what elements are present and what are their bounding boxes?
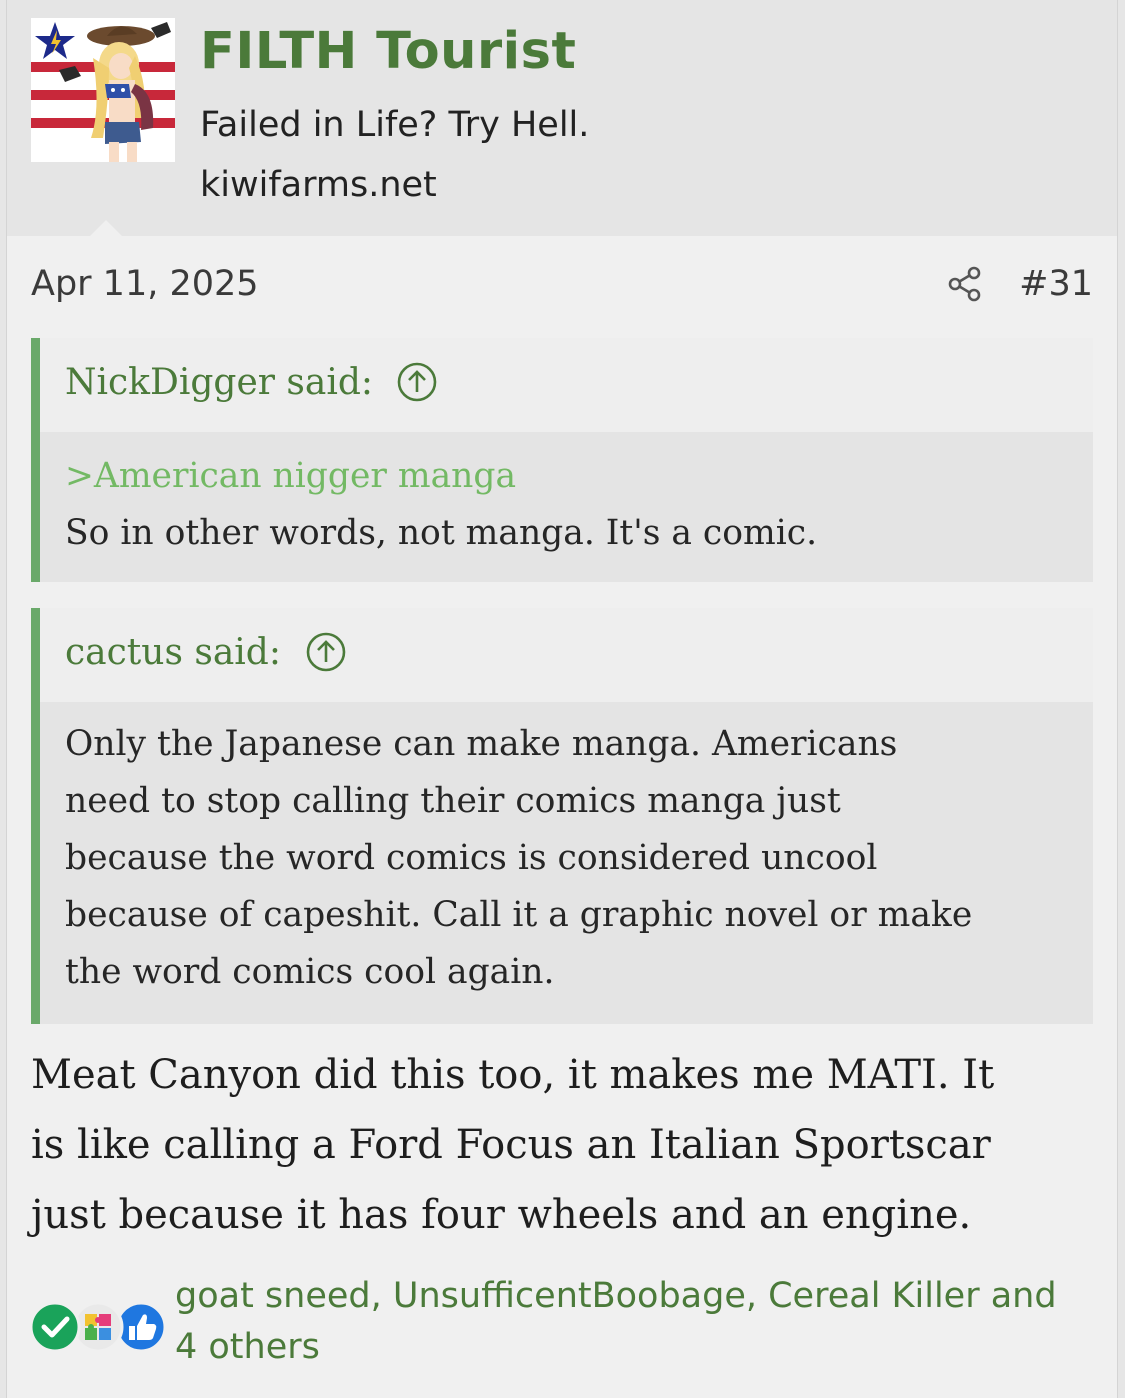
check-reaction-icon	[29, 1301, 81, 1353]
user-title: Failed in Life? Try Hell.	[200, 105, 590, 145]
reaction-others-link[interactable]: 4 others	[175, 1327, 320, 1367]
username[interactable]: FILTH Tourist	[200, 22, 576, 81]
message-text-line: just because it has four wheels and an e…	[31, 1192, 972, 1238]
quote-text-line: need to stop calling their comics manga …	[65, 781, 841, 821]
quote-block: cactus said: Only the Japanese can make …	[31, 608, 1093, 1024]
autism-puzzle-reaction-icon	[72, 1301, 124, 1353]
quote-text-line: because of capeshit. Call it a graphic n…	[65, 895, 973, 935]
reaction-icons[interactable]	[25, 1296, 171, 1358]
share-icon[interactable]	[946, 265, 984, 303]
quote-header: cactus said:	[40, 608, 1093, 702]
message-text-line: Meat Canyon did this too, it makes me MA…	[31, 1052, 995, 1098]
user-header-arrow	[89, 220, 123, 237]
jump-to-quote-icon[interactable]	[306, 632, 346, 672]
post-date[interactable]: Apr 11, 2025	[31, 264, 259, 304]
quote-header: NickDigger said:	[40, 338, 1093, 432]
message-text-line: is like calling a Ford Focus an Italian …	[31, 1122, 991, 1168]
quote-author[interactable]: NickDigger said:	[65, 362, 373, 403]
avatar[interactable]	[31, 18, 175, 162]
quote-content: Only the Japanese can make manga. Americ…	[40, 702, 1093, 1024]
quote-text-line: the word comics cool again.	[65, 952, 555, 992]
quote-block: NickDigger said: >American nigger manga …	[31, 338, 1093, 582]
quote-text-line: Only the Japanese can make manga. Americ…	[65, 724, 898, 764]
quote-text-line: So in other words, not manga. It's a com…	[65, 513, 818, 553]
jump-to-quote-icon[interactable]	[397, 362, 437, 402]
post: FILTH Tourist Failed in Life? Try Hell. …	[6, 0, 1118, 1398]
post-number[interactable]: #31	[1019, 264, 1093, 304]
quote-text-line: because the word comics is considered un…	[65, 838, 878, 878]
like-reaction-icon	[115, 1301, 167, 1353]
user-site: kiwifarms.net	[200, 165, 437, 205]
user-header: FILTH Tourist Failed in Life? Try Hell. …	[7, 0, 1117, 236]
quote-author[interactable]: cactus said:	[65, 632, 281, 673]
quote-content: >American nigger manga So in other words…	[40, 432, 1093, 582]
avatar-image	[31, 18, 175, 162]
greentext-line: >American nigger manga	[65, 456, 517, 496]
reaction-users[interactable]: goat sneed, UnsufficentBoobage, Cereal K…	[175, 1276, 1057, 1316]
